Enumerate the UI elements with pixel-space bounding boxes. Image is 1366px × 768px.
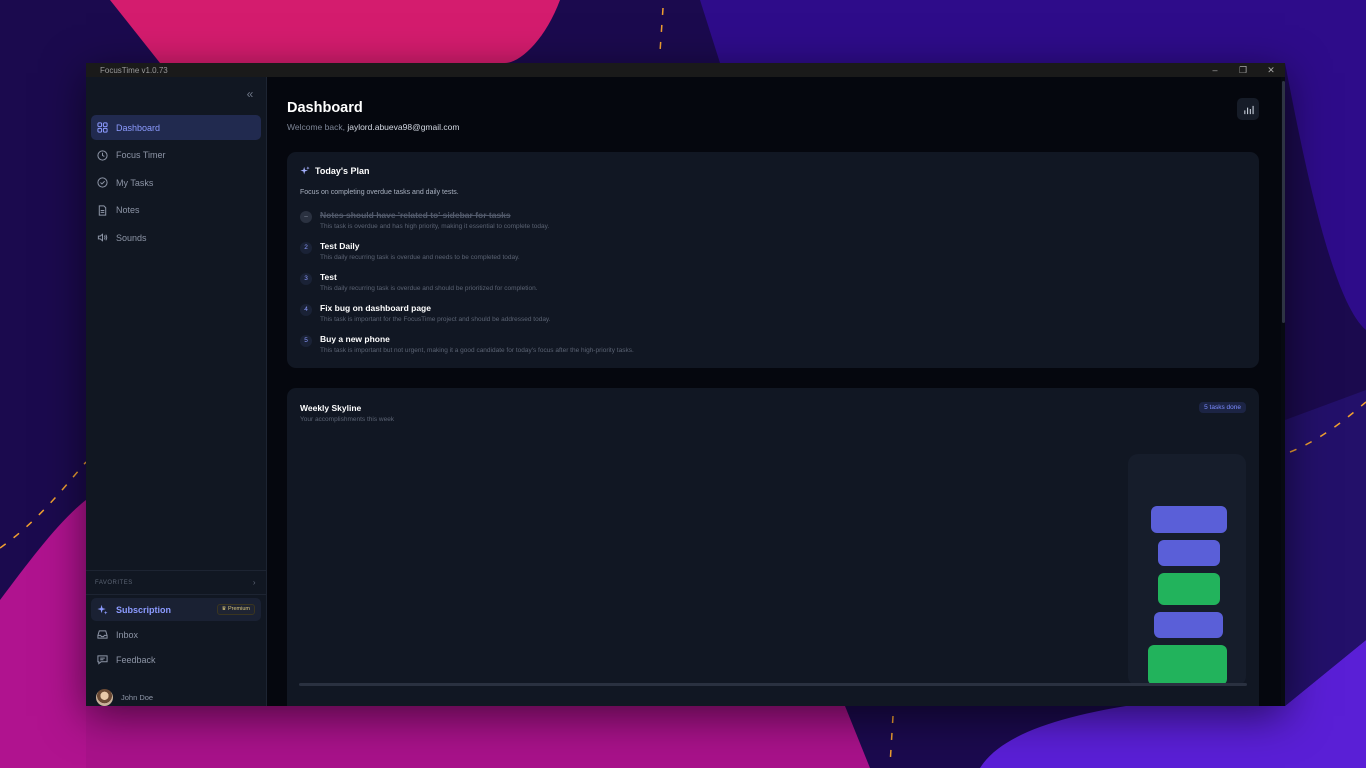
plan-task[interactable]: 3 Test This daily recurring task is over… bbox=[300, 272, 1240, 300]
file-icon bbox=[98, 204, 107, 216]
sidebar: « Dashboard Focus Timer My Tasks Notes S… bbox=[86, 77, 267, 706]
avatar bbox=[96, 689, 113, 706]
todays-plan-card: Today's Plan Focus on completing overdue… bbox=[287, 152, 1259, 368]
weekly-skyline-card: Weekly Skyline Your accomplishments this… bbox=[287, 388, 1259, 706]
skyline-block[interactable] bbox=[1154, 612, 1223, 638]
user-profile[interactable]: John Doe bbox=[96, 689, 153, 706]
plan-task[interactable]: 5 Buy a new phone This task is important… bbox=[300, 334, 1240, 362]
task-description: This daily recurring task is overdue and… bbox=[320, 254, 520, 261]
skyline-block[interactable] bbox=[1151, 506, 1227, 533]
minimize-button[interactable]: – bbox=[1201, 63, 1229, 77]
premium-badge-label: Premium bbox=[227, 606, 250, 612]
task-title: Notes should have 'related to' sidebar f… bbox=[320, 210, 511, 220]
close-button[interactable]: ✕ bbox=[1257, 63, 1285, 77]
speaker-icon bbox=[97, 233, 108, 242]
task-title: Test Daily bbox=[320, 241, 360, 251]
sidebar-item-subscription[interactable]: Subscription ♛ Premium bbox=[91, 598, 261, 621]
sidebar-item-label: Feedback bbox=[116, 654, 156, 665]
sidebar-item-label: Focus Timer bbox=[116, 150, 166, 160]
plan-task[interactable]: 2 Test Daily This daily recurring task i… bbox=[300, 241, 1240, 269]
check-circle-icon bbox=[97, 177, 108, 188]
skyline-title: Weekly Skyline bbox=[300, 403, 362, 413]
sidebar-item-label: Dashboard bbox=[116, 122, 161, 133]
sidebar-item-sounds[interactable]: Sounds bbox=[91, 225, 261, 250]
inbox-icon bbox=[97, 630, 108, 639]
task-title: Test bbox=[320, 272, 337, 282]
favorites-label: FAVORITES bbox=[95, 579, 133, 586]
task-title: Fix bug on dashboard page bbox=[320, 303, 431, 313]
scrollbar[interactable] bbox=[1281, 77, 1285, 706]
task-description: This task is important but not urgent, m… bbox=[320, 347, 634, 354]
user-email: jaylord.abueva98@gmail.com bbox=[347, 122, 460, 132]
title-bar: FocusTime v1.0.73 – ❐ ✕ bbox=[86, 63, 1285, 77]
chevrons-left-icon: « bbox=[246, 87, 254, 101]
task-number: 5 bbox=[300, 335, 312, 347]
skyline-block[interactable] bbox=[1148, 645, 1227, 685]
welcome-prefix: Welcome back, bbox=[287, 122, 345, 132]
app-window: FocusTime v1.0.73 – ❐ ✕ « Dashboard Focu… bbox=[86, 63, 1285, 706]
skyline-block[interactable] bbox=[1158, 540, 1220, 566]
premium-badge: ♛ Premium bbox=[216, 604, 255, 615]
sidebar-item-focus-timer[interactable]: Focus Timer bbox=[91, 143, 261, 168]
plan-description: Focus on completing overdue tasks and da… bbox=[300, 189, 459, 196]
tasks-done-badge: 5 tasks done bbox=[1199, 402, 1246, 413]
scrollbar-thumb[interactable] bbox=[1282, 81, 1285, 323]
page-title: Dashboard bbox=[287, 100, 363, 116]
plan-title: Today's Plan bbox=[300, 166, 370, 176]
task-title: Buy a new phone bbox=[320, 334, 390, 344]
sidebar-item-label: Notes bbox=[116, 205, 140, 215]
sidebar-item-label: Subscription bbox=[116, 604, 172, 615]
window-title: FocusTime v1.0.73 bbox=[100, 65, 168, 75]
welcome-text: Welcome back, jaylord.abueva98@gmail.com bbox=[287, 122, 459, 132]
task-number: 2 bbox=[300, 242, 312, 254]
sidebar-item-label: Inbox bbox=[116, 629, 139, 640]
sparkles-icon bbox=[97, 604, 108, 615]
task-description: This task is important for the FocusTime… bbox=[320, 316, 551, 323]
crown-icon: ♛ bbox=[221, 606, 227, 612]
sidebar-nav: Dashboard Focus Timer My Tasks Notes Sou… bbox=[91, 115, 261, 253]
plan-task[interactable]: – Notes should have 'related to' sidebar… bbox=[300, 210, 1240, 238]
task-description: This daily recurring task is overdue and… bbox=[320, 285, 538, 292]
sparkles-icon bbox=[300, 166, 310, 175]
stats-button[interactable] bbox=[1237, 98, 1259, 120]
collapse-sidebar-button[interactable]: « bbox=[243, 87, 257, 101]
sidebar-item-feedback[interactable]: Feedback bbox=[91, 648, 261, 671]
skyline-block[interactable] bbox=[1158, 573, 1220, 605]
task-number: – bbox=[300, 211, 312, 223]
sidebar-bottom-nav: Subscription ♛ Premium Inbox Feedback bbox=[91, 598, 261, 673]
task-number: 3 bbox=[300, 273, 312, 285]
sidebar-item-inbox[interactable]: Inbox bbox=[91, 623, 261, 646]
plan-title-text: Today's Plan bbox=[315, 166, 370, 176]
sidebar-item-my-tasks[interactable]: My Tasks bbox=[91, 170, 261, 195]
sidebar-item-label: Sounds bbox=[116, 232, 147, 243]
grid-icon bbox=[97, 122, 108, 133]
user-name: John Doe bbox=[121, 693, 154, 702]
bar-chart-icon bbox=[1243, 105, 1254, 114]
restore-button[interactable]: ❐ bbox=[1229, 63, 1257, 77]
skyline-ground bbox=[299, 683, 1247, 686]
clock-icon bbox=[97, 149, 108, 161]
sidebar-item-notes[interactable]: Notes bbox=[91, 198, 261, 223]
task-description: This task is overdue and has high priori… bbox=[320, 223, 550, 230]
favorites-header[interactable]: FAVORITES › bbox=[86, 570, 267, 595]
chevron-right-icon: › bbox=[252, 578, 256, 587]
sidebar-item-label: My Tasks bbox=[116, 177, 154, 188]
skyline-subtitle: Your accomplishments this week bbox=[300, 416, 395, 423]
sidebar-item-dashboard[interactable]: Dashboard bbox=[91, 115, 261, 140]
main-content: Dashboard Welcome back, jaylord.abueva98… bbox=[267, 77, 1285, 706]
message-icon bbox=[97, 655, 108, 665]
task-number: 4 bbox=[300, 304, 312, 316]
plan-task[interactable]: 4 Fix bug on dashboard page This task is… bbox=[300, 303, 1240, 331]
